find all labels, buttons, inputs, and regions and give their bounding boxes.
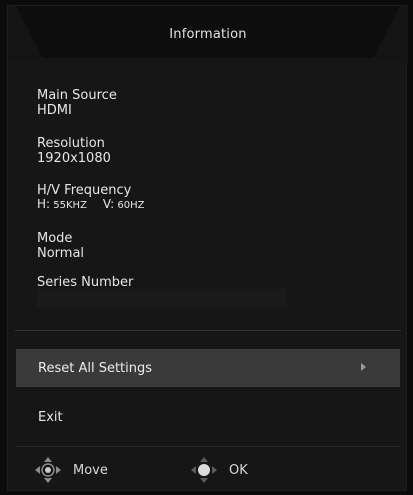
- series-number-item: Series Number: [37, 275, 133, 290]
- mode-item: Mode Normal: [37, 231, 84, 261]
- move-hint: Move: [33, 450, 108, 490]
- v-frequency-label: V:: [102, 197, 115, 211]
- mode-value: Normal: [37, 246, 85, 261]
- page-title: Information: [169, 27, 247, 42]
- reset-all-settings-label: Reset All Settings: [38, 360, 153, 376]
- h-frequency: H: 55KHZ: [37, 198, 87, 212]
- series-number-field: [37, 289, 287, 309]
- frequency-label: H/V Frequency: [37, 183, 132, 198]
- main-source-value: HDMI: [37, 103, 72, 118]
- move-label: Move: [73, 462, 108, 478]
- h-frequency-value: 55KHZ: [53, 200, 87, 211]
- main-source-item: Main Source HDMI: [37, 88, 117, 118]
- resolution-item: Resolution 1920x1080: [37, 136, 111, 166]
- exit-label: Exit: [38, 409, 63, 425]
- divider: [15, 330, 401, 331]
- h-frequency-label: H:: [37, 197, 51, 211]
- joystick-move-icon: [35, 457, 61, 483]
- exit-button[interactable]: Exit: [16, 398, 400, 436]
- ok-label: OK: [229, 462, 248, 478]
- resolution-value: 1920x1080: [37, 151, 111, 166]
- footer-divider: [15, 446, 401, 447]
- chevron-right-icon: [361, 363, 366, 371]
- main-source-label: Main Source: [37, 88, 117, 103]
- frequency-values: H: 55KHZ V: 60HZ: [37, 198, 145, 212]
- header-bar: Information: [8, 6, 408, 62]
- footer-hints: Move OK: [8, 450, 408, 490]
- mode-label: Mode: [37, 231, 73, 246]
- reset-all-settings-button[interactable]: Reset All Settings: [16, 349, 400, 387]
- v-frequency-value: 60HZ: [117, 200, 145, 211]
- ok-hint: OK: [189, 450, 248, 490]
- series-number-label: Series Number: [37, 275, 134, 290]
- v-frequency: V: 60HZ: [103, 198, 145, 212]
- resolution-label: Resolution: [37, 136, 105, 151]
- joystick-ok-icon: [191, 457, 217, 483]
- osd-panel: Information Main Source HDMI Resolution …: [7, 5, 408, 491]
- frequency-item: H/V Frequency H: 55KHZ V: 60HZ: [37, 183, 145, 212]
